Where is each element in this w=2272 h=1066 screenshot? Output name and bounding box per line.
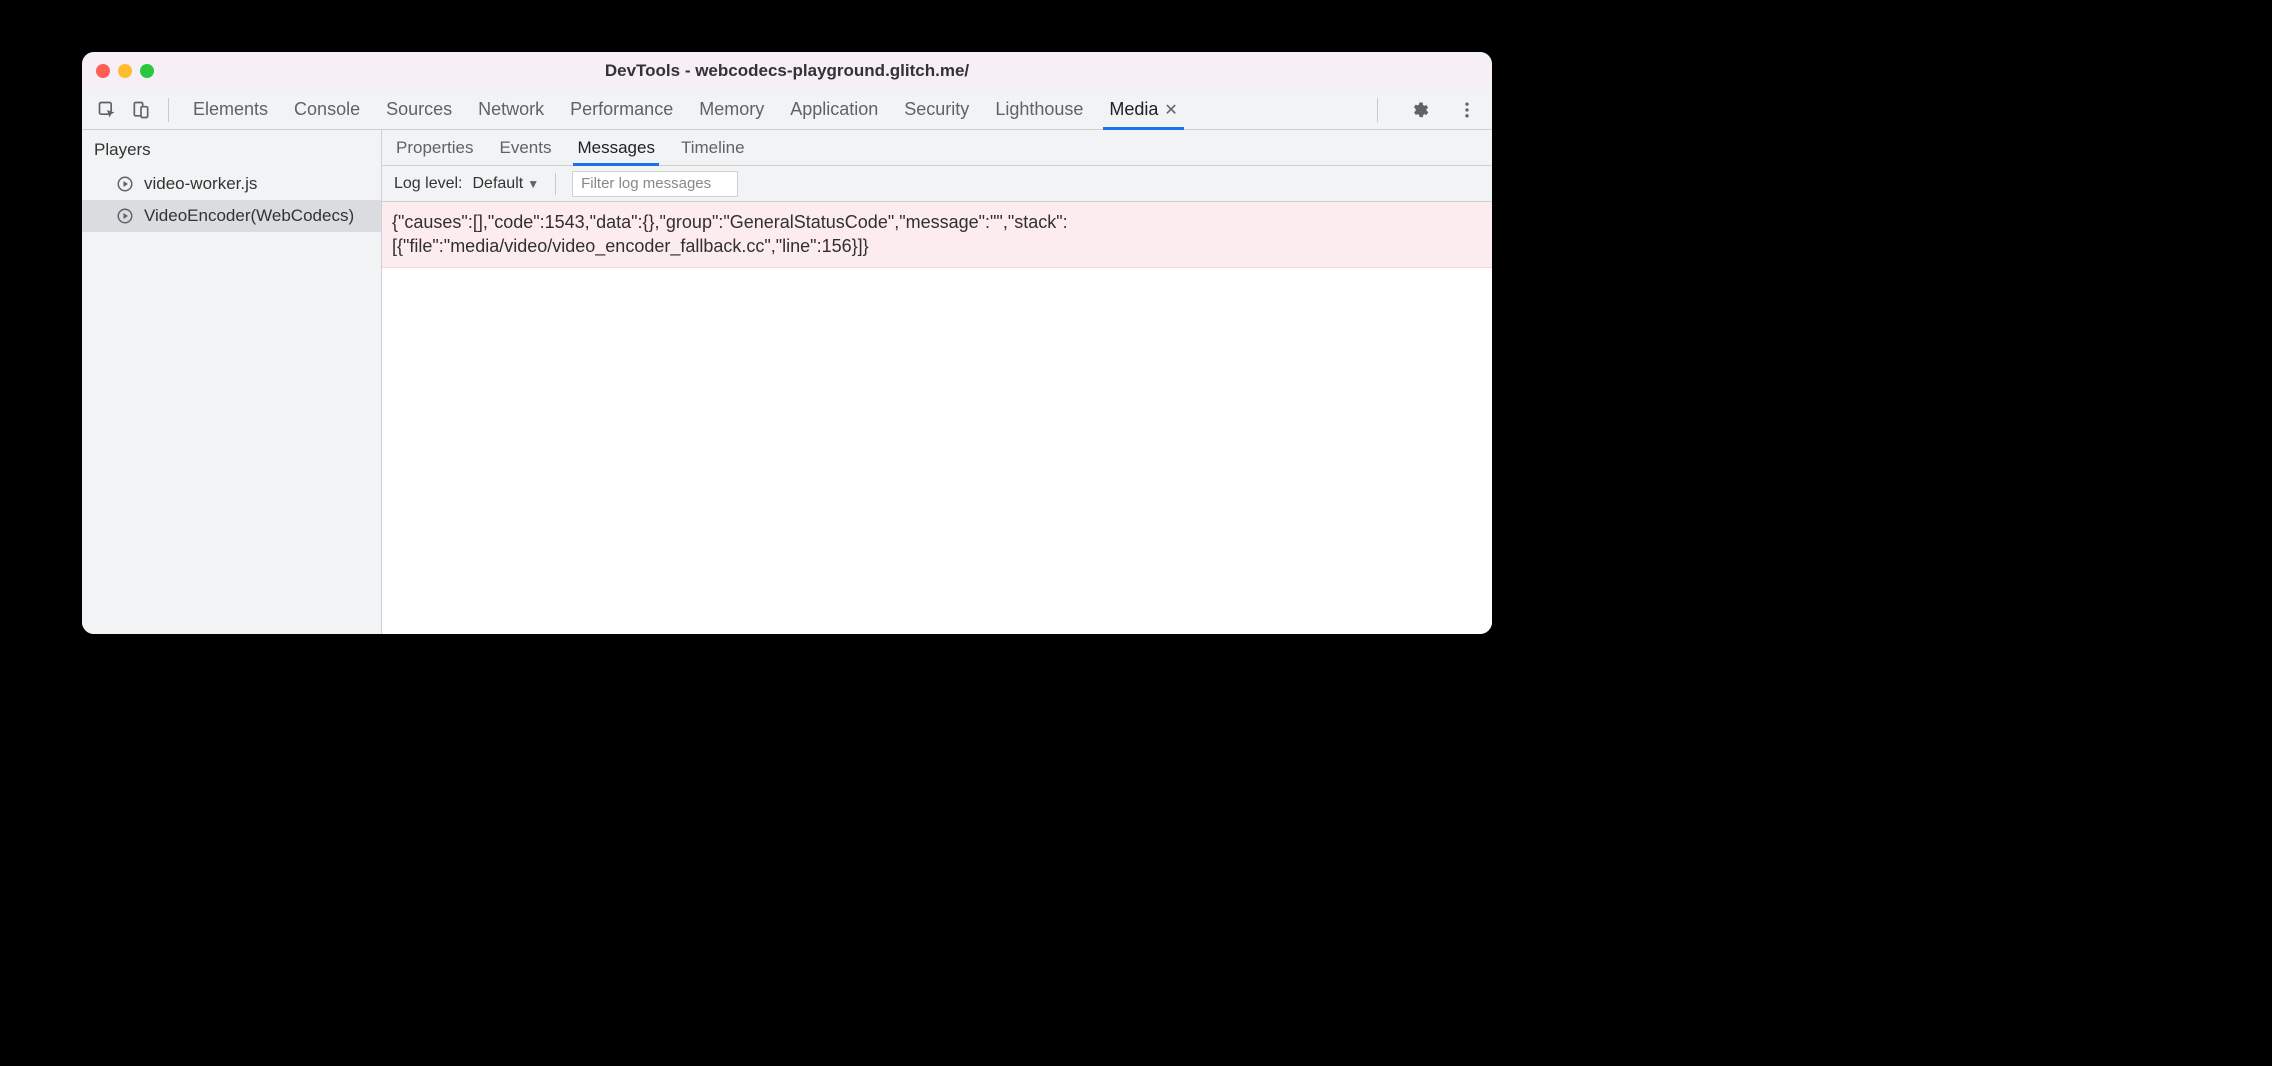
- media-subtabs: Properties Events Messages Timeline: [382, 130, 1492, 166]
- divider: [168, 98, 169, 122]
- message-row[interactable]: {"causes":[],"code":1543,"data":{},"grou…: [382, 202, 1492, 268]
- content-area: Properties Events Messages Timeline Log …: [382, 130, 1492, 634]
- player-item[interactable]: VideoEncoder(WebCodecs): [82, 200, 381, 232]
- devtools-window: DevTools - webcodecs-playground.glitch.m…: [82, 52, 1492, 634]
- tab-console[interactable]: Console: [294, 90, 360, 129]
- message-text: {"causes":[],"code":1543,"data":{},"grou…: [392, 212, 1068, 256]
- minimize-window-button[interactable]: [118, 64, 132, 78]
- play-icon: [116, 207, 134, 225]
- panel-tabstrip: Elements Console Sources Network Perform…: [82, 90, 1492, 130]
- chevron-down-icon: ▼: [527, 177, 539, 191]
- window-controls: [96, 64, 154, 78]
- tab-performance[interactable]: Performance: [570, 90, 673, 129]
- log-level-select[interactable]: Default ▼: [473, 175, 540, 193]
- play-icon: [116, 175, 134, 193]
- log-level-value: Default: [473, 175, 524, 193]
- tab-media[interactable]: Media ✕: [1109, 90, 1177, 129]
- tab-security[interactable]: Security: [904, 90, 969, 129]
- messages-list: {"causes":[],"code":1543,"data":{},"grou…: [382, 202, 1492, 634]
- tab-label: Elements: [193, 99, 268, 120]
- sidebar-header: Players: [82, 130, 381, 168]
- filter-input[interactable]: [572, 171, 738, 197]
- tab-label: Sources: [386, 99, 452, 120]
- tab-elements[interactable]: Elements: [193, 90, 268, 129]
- kebab-menu-icon[interactable]: [1456, 99, 1478, 121]
- tab-label: Lighthouse: [995, 99, 1083, 120]
- subtab-timeline[interactable]: Timeline: [681, 130, 745, 165]
- tab-label: Performance: [570, 99, 673, 120]
- players-sidebar: Players video-worker.js VideoEncoder(Web…: [82, 130, 382, 634]
- inspect-element-icon[interactable]: [96, 99, 118, 121]
- tab-sources[interactable]: Sources: [386, 90, 452, 129]
- player-item-label: video-worker.js: [144, 174, 257, 194]
- window-title: DevTools - webcodecs-playground.glitch.m…: [82, 61, 1492, 81]
- subtab-label: Timeline: [681, 138, 745, 158]
- subtab-events[interactable]: Events: [499, 130, 551, 165]
- player-item-label: VideoEncoder(WebCodecs): [144, 206, 354, 226]
- subtab-label: Properties: [396, 138, 473, 158]
- close-icon[interactable]: ✕: [1164, 100, 1177, 120]
- tab-memory[interactable]: Memory: [699, 90, 764, 129]
- tab-label: Media: [1109, 99, 1158, 120]
- subtab-messages[interactable]: Messages: [577, 130, 654, 165]
- divider: [555, 173, 556, 195]
- subtab-properties[interactable]: Properties: [396, 130, 473, 165]
- maximize-window-button[interactable]: [140, 64, 154, 78]
- tab-application[interactable]: Application: [790, 90, 878, 129]
- tab-label: Application: [790, 99, 878, 120]
- tab-label: Network: [478, 99, 544, 120]
- tab-label: Console: [294, 99, 360, 120]
- filter-bar: Log level: Default ▼: [382, 166, 1492, 202]
- subtab-label: Messages: [577, 138, 654, 158]
- titlebar: DevTools - webcodecs-playground.glitch.m…: [82, 52, 1492, 90]
- tabstrip-right-controls: [1367, 98, 1484, 122]
- tab-network[interactable]: Network: [478, 90, 544, 129]
- player-item[interactable]: video-worker.js: [82, 168, 381, 200]
- panel-body: Players video-worker.js VideoEncoder(Web…: [82, 130, 1492, 634]
- tab-label: Security: [904, 99, 969, 120]
- divider: [1377, 98, 1378, 122]
- tab-label: Memory: [699, 99, 764, 120]
- tab-lighthouse[interactable]: Lighthouse: [995, 90, 1083, 129]
- gear-icon[interactable]: [1408, 99, 1430, 121]
- device-toolbar-icon[interactable]: [130, 99, 152, 121]
- subtab-label: Events: [499, 138, 551, 158]
- log-level-label: Log level:: [394, 175, 463, 193]
- close-window-button[interactable]: [96, 64, 110, 78]
- panel-tabs: Elements Console Sources Network Perform…: [193, 90, 1367, 129]
